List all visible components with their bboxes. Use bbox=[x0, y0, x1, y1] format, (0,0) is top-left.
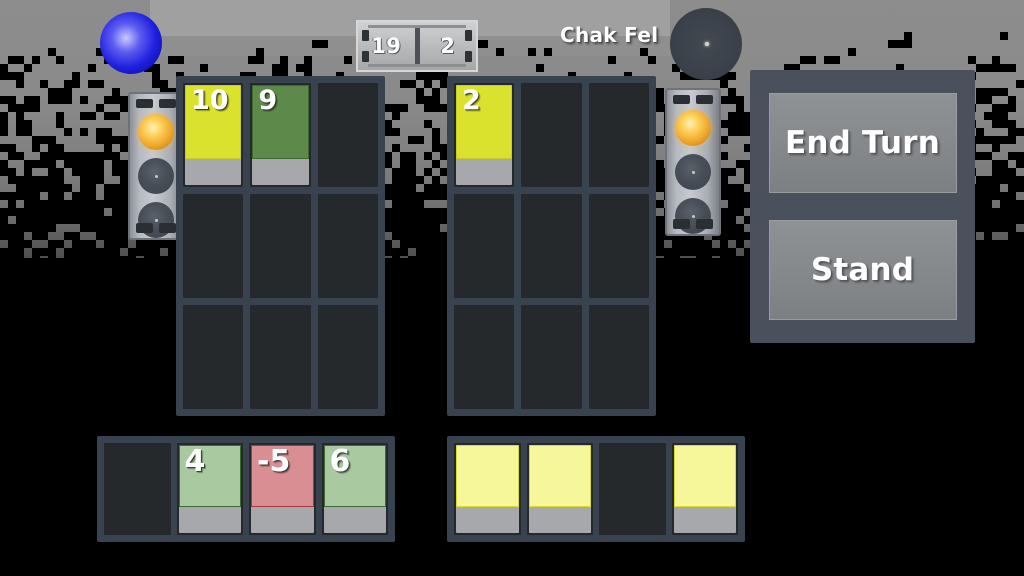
card-base bbox=[252, 159, 309, 185]
card-face bbox=[528, 445, 591, 507]
player-score-value: 19 bbox=[371, 34, 402, 58]
card-face-down[interactable] bbox=[673, 445, 736, 533]
player-hand-card-slot-1[interactable]: 4 bbox=[176, 443, 243, 535]
card-face-up[interactable]: -5 bbox=[251, 445, 314, 533]
card-face-down[interactable] bbox=[528, 445, 591, 533]
player-hand: 4 -5 6 bbox=[97, 436, 395, 542]
game-screen: 19 2 Chak Fel 10 9 2 4 -5 6 End Turn Stan bbox=[0, 0, 1024, 576]
dark-orb-icon bbox=[670, 8, 742, 80]
card-face-down[interactable] bbox=[456, 445, 519, 533]
card-base bbox=[456, 507, 519, 533]
card-face: -5 bbox=[251, 445, 314, 507]
card-base bbox=[528, 507, 591, 533]
middle-lamp-icon bbox=[138, 158, 174, 194]
card-value: -5 bbox=[257, 445, 291, 479]
amber-lamp-icon bbox=[675, 110, 711, 146]
card-value: 2 bbox=[462, 85, 481, 116]
player-hand-card-slot-0[interactable] bbox=[104, 443, 171, 535]
card-face: 10 bbox=[185, 85, 242, 159]
opponent-hand-card-slot-3[interactable] bbox=[671, 443, 738, 535]
action-panel: End Turn Stand bbox=[750, 70, 975, 343]
card-face-up[interactable]: 4 bbox=[178, 445, 241, 533]
player-board-cell-slot-6[interactable] bbox=[183, 305, 244, 409]
opponent-hand-card-slot-1[interactable] bbox=[526, 443, 593, 535]
card-base bbox=[673, 507, 736, 533]
opponent-score: 2 bbox=[420, 22, 477, 70]
opponent-board-cell-slot-2[interactable] bbox=[588, 83, 649, 187]
player-board-cell-slot-1[interactable]: 9 bbox=[250, 83, 311, 187]
opponent-hand-card-slot-2[interactable] bbox=[599, 443, 666, 535]
card-face-up[interactable]: 10 bbox=[185, 85, 242, 185]
player-board-grid: 10 9 bbox=[176, 76, 385, 416]
opponent-board-cell-slot-8[interactable] bbox=[588, 305, 649, 409]
player-board-cell-slot-0[interactable]: 10 bbox=[183, 83, 244, 187]
card-face: 2 bbox=[456, 85, 513, 159]
opponent-board-cell-slot-4[interactable] bbox=[521, 194, 582, 298]
card-face: 4 bbox=[178, 445, 241, 507]
card-value: 10 bbox=[191, 85, 229, 116]
card-face bbox=[673, 445, 736, 507]
blue-orb-icon bbox=[100, 12, 162, 74]
card-face-up[interactable]: 2 bbox=[456, 85, 513, 185]
tower-vent-top bbox=[136, 99, 176, 108]
opponent-board-cell-slot-6[interactable] bbox=[454, 305, 515, 409]
card-face bbox=[456, 445, 519, 507]
middle-lamp-icon bbox=[675, 154, 711, 190]
card-face: 6 bbox=[323, 445, 386, 507]
card-value: 6 bbox=[329, 445, 351, 479]
card-face: 9 bbox=[252, 85, 309, 159]
tower-vent-bottom bbox=[136, 223, 176, 233]
opponent-board-cell-slot-7[interactable] bbox=[521, 305, 582, 409]
card-face-up[interactable]: 9 bbox=[252, 85, 309, 185]
card-base bbox=[185, 159, 242, 185]
player-hand-card-slot-3[interactable]: 6 bbox=[321, 443, 388, 535]
opponent-board: 2 bbox=[447, 76, 656, 416]
card-base bbox=[251, 507, 314, 533]
player-hand-grid: 4 -5 6 bbox=[97, 436, 395, 542]
end-turn-button[interactable]: End Turn bbox=[768, 93, 957, 194]
amber-lamp-icon bbox=[138, 114, 174, 150]
tower-vent-top bbox=[673, 95, 713, 104]
opponent-hand bbox=[447, 436, 745, 542]
player-board-cell-slot-4[interactable] bbox=[250, 194, 311, 298]
stand-button[interactable]: Stand bbox=[768, 219, 957, 320]
card-face-up[interactable]: 6 bbox=[323, 445, 386, 533]
card-value: 9 bbox=[258, 85, 278, 116]
opponent-board-cell-slot-0[interactable]: 2 bbox=[454, 83, 515, 187]
tower-vent-bottom bbox=[673, 219, 713, 229]
card-base bbox=[323, 507, 386, 533]
opponent-board-cell-slot-5[interactable] bbox=[588, 194, 649, 298]
opponent-score-value: 2 bbox=[440, 34, 456, 58]
player-board-cell-slot-3[interactable] bbox=[183, 194, 244, 298]
player-name-label: Chak Fel bbox=[560, 23, 659, 47]
opponent-hand-grid bbox=[447, 436, 745, 542]
opponent-board-cell-slot-1[interactable] bbox=[521, 83, 582, 187]
player-board: 10 9 bbox=[176, 76, 385, 416]
player-board-cell-slot-5[interactable] bbox=[317, 194, 378, 298]
card-base bbox=[178, 507, 241, 533]
player-board-cell-slot-8[interactable] bbox=[317, 305, 378, 409]
player-board-cell-slot-7[interactable] bbox=[250, 305, 311, 409]
player-board-cell-slot-2[interactable] bbox=[317, 83, 378, 187]
card-value: 4 bbox=[184, 445, 206, 479]
right-signal-tower bbox=[665, 88, 721, 236]
card-base bbox=[456, 159, 513, 185]
player-score: 19 bbox=[358, 22, 415, 70]
player-hand-card-slot-2[interactable]: -5 bbox=[249, 443, 316, 535]
scoreboard: 19 2 bbox=[356, 20, 478, 72]
opponent-board-grid: 2 bbox=[447, 76, 656, 416]
opponent-board-cell-slot-3[interactable] bbox=[454, 194, 515, 298]
opponent-hand-card-slot-0[interactable] bbox=[454, 443, 521, 535]
